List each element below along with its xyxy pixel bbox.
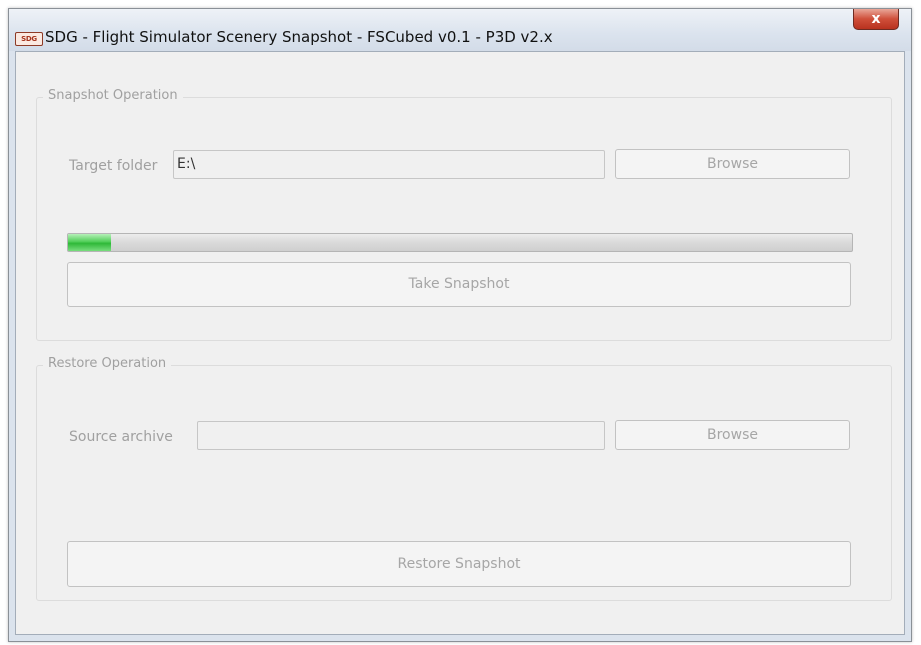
close-icon: x: [871, 11, 881, 27]
snapshot-progress-bar: [67, 233, 853, 252]
target-folder-label: Target folder: [69, 158, 158, 174]
restore-snapshot-button[interactable]: Restore Snapshot: [67, 541, 851, 587]
take-snapshot-button[interactable]: Take Snapshot: [67, 262, 851, 307]
snapshot-browse-button[interactable]: Browse: [615, 149, 850, 179]
source-archive-input[interactable]: [197, 421, 605, 450]
restore-operation-legend: Restore Operation: [43, 356, 172, 371]
snapshot-operation-group: Snapshot Operation Target folder E:\ Bro…: [36, 88, 892, 341]
target-folder-input[interactable]: E:\: [173, 150, 605, 179]
client-area: Snapshot Operation Target folder E:\ Bro…: [15, 51, 905, 635]
snapshot-operation-legend: Snapshot Operation: [43, 88, 183, 103]
close-button[interactable]: x: [853, 9, 899, 30]
window-title: SDG - Flight Simulator Scenery Snapshot …: [45, 28, 553, 46]
title-bar[interactable]: SDG SDG - Flight Simulator Scenery Snaps…: [9, 9, 911, 51]
progress-fill: [68, 234, 112, 251]
source-archive-label: Source archive: [69, 429, 173, 445]
app-window: SDG SDG - Flight Simulator Scenery Snaps…: [8, 8, 912, 642]
restore-browse-button[interactable]: Browse: [615, 420, 850, 450]
restore-operation-group: Restore Operation Source archive Browse …: [36, 356, 892, 601]
app-logo-icon: SDG: [15, 32, 43, 46]
